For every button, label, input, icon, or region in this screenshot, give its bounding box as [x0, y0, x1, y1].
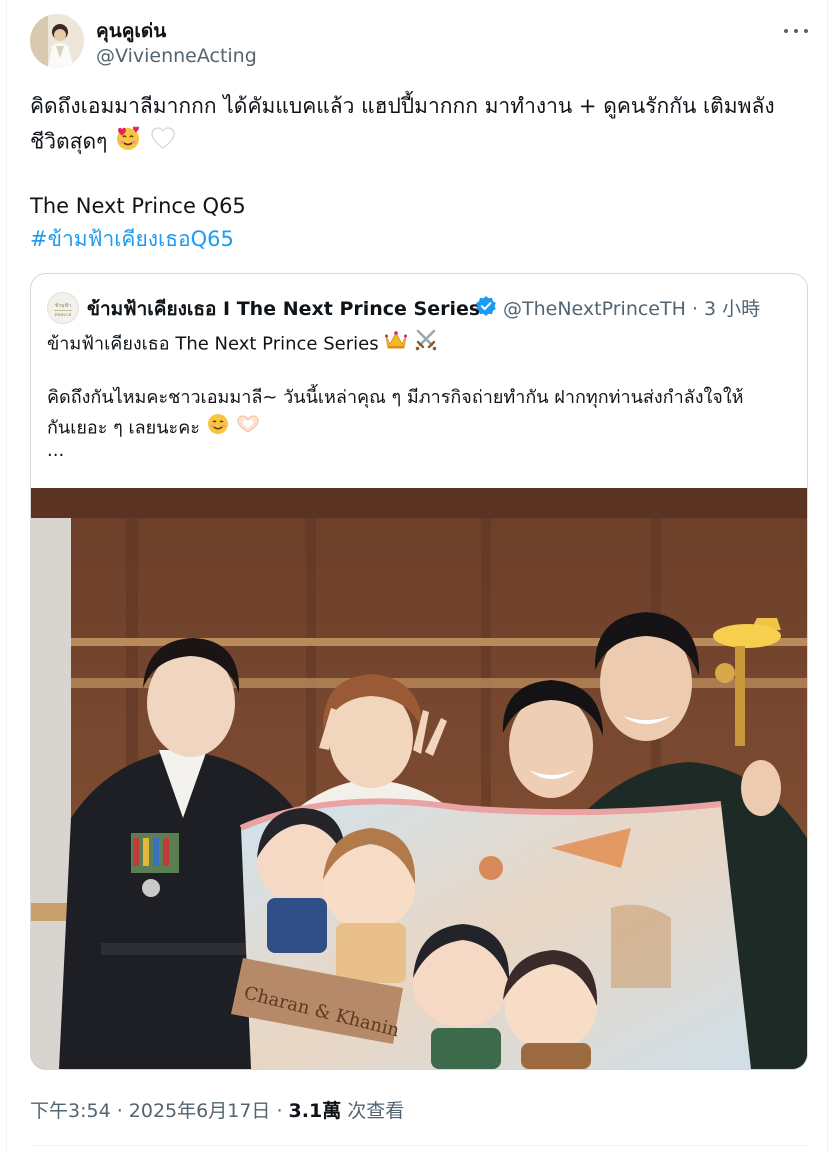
smiling-face-icon [206, 412, 230, 445]
author-avatar[interactable] [30, 14, 84, 68]
crossed-swords-icon [414, 328, 438, 361]
svg-text:ข้ามฟ้า: ข้ามฟ้า [55, 302, 71, 309]
verified-badge-icon [475, 295, 497, 321]
quoted-text-ellipsis: ... [47, 440, 65, 461]
quoted-text-line-1: ข้ามฟ้าเคียงเธอ The Next Prince Series [47, 328, 438, 361]
tweet-datetime[interactable]: 下午3:54 · 2025年6月17日 · [30, 1100, 282, 1122]
quoted-time[interactable]: 3 小時 [704, 298, 760, 320]
author-handle[interactable]: @VivienneActing [96, 45, 257, 67]
quoted-text-line-1-text: ข้ามฟ้าเคียงเธอ The Next Prince Series [47, 333, 379, 355]
quoted-display-name[interactable]: ข้ามฟ้าเคียงเธอ I The Next Prince Series [87, 294, 480, 324]
tweet-text-line-1: คิดถึงเอมมาลีมากกก ได้คัมแบคแล้ว แฮปปี้ม… [30, 94, 775, 118]
more-options-icon[interactable] [784, 22, 808, 40]
author-display-name[interactable]: คุนคูเด่น [96, 16, 166, 46]
views-count: 3.1萬 [288, 1100, 342, 1122]
tweet-text-line-2: ชีวิตสุดๆ [30, 124, 177, 161]
quoted-text-line-3: กันเยอะ ๆ เลยนะคะ [47, 412, 261, 445]
crown-icon [384, 328, 408, 361]
quoted-handle-and-time[interactable]: @TheNextPrinceTH · 3 小時 [503, 294, 760, 321]
divider [30, 1145, 808, 1146]
quoted-text-line-3-text: กันเยอะ ๆ เลยนะคะ [47, 417, 200, 439]
white-heart-icon [149, 124, 177, 161]
quoted-author-avatar[interactable]: ข้ามฟ้า PRINCE [47, 292, 79, 324]
svg-text:PRINCE: PRINCE [55, 312, 72, 317]
hashtag-link[interactable]: #ข้ามฟ้าเคียงเธอQ65 [30, 223, 234, 255]
tweet-text-line-3: The Next Prince Q65 [30, 194, 246, 218]
views-label: 次查看 [347, 1100, 405, 1122]
quoted-text-line-2: คิดถึงกันไหมคะชาวเอมมาลี~ วันนี้เหล่าคุณ… [47, 387, 744, 408]
smiling-face-with-hearts-icon [114, 124, 142, 161]
tweet-text-line-2-text: ชีวิตสุดๆ [30, 129, 108, 154]
quoted-handle[interactable]: @TheNextPrinceTH [503, 298, 686, 320]
quoted-photo[interactable]: Charan & Khanin [31, 488, 807, 1069]
heart-hands-icon [235, 412, 261, 445]
quoted-tweet-card[interactable]: ข้ามฟ้า PRINCE ข้ามฟ้าเคียงเธอ I The Nex… [30, 273, 808, 1070]
quoted-separator: · [691, 298, 698, 320]
tweet-meta: 下午3:54 · 2025年6月17日 · 3.1萬 次查看 [30, 1096, 404, 1123]
